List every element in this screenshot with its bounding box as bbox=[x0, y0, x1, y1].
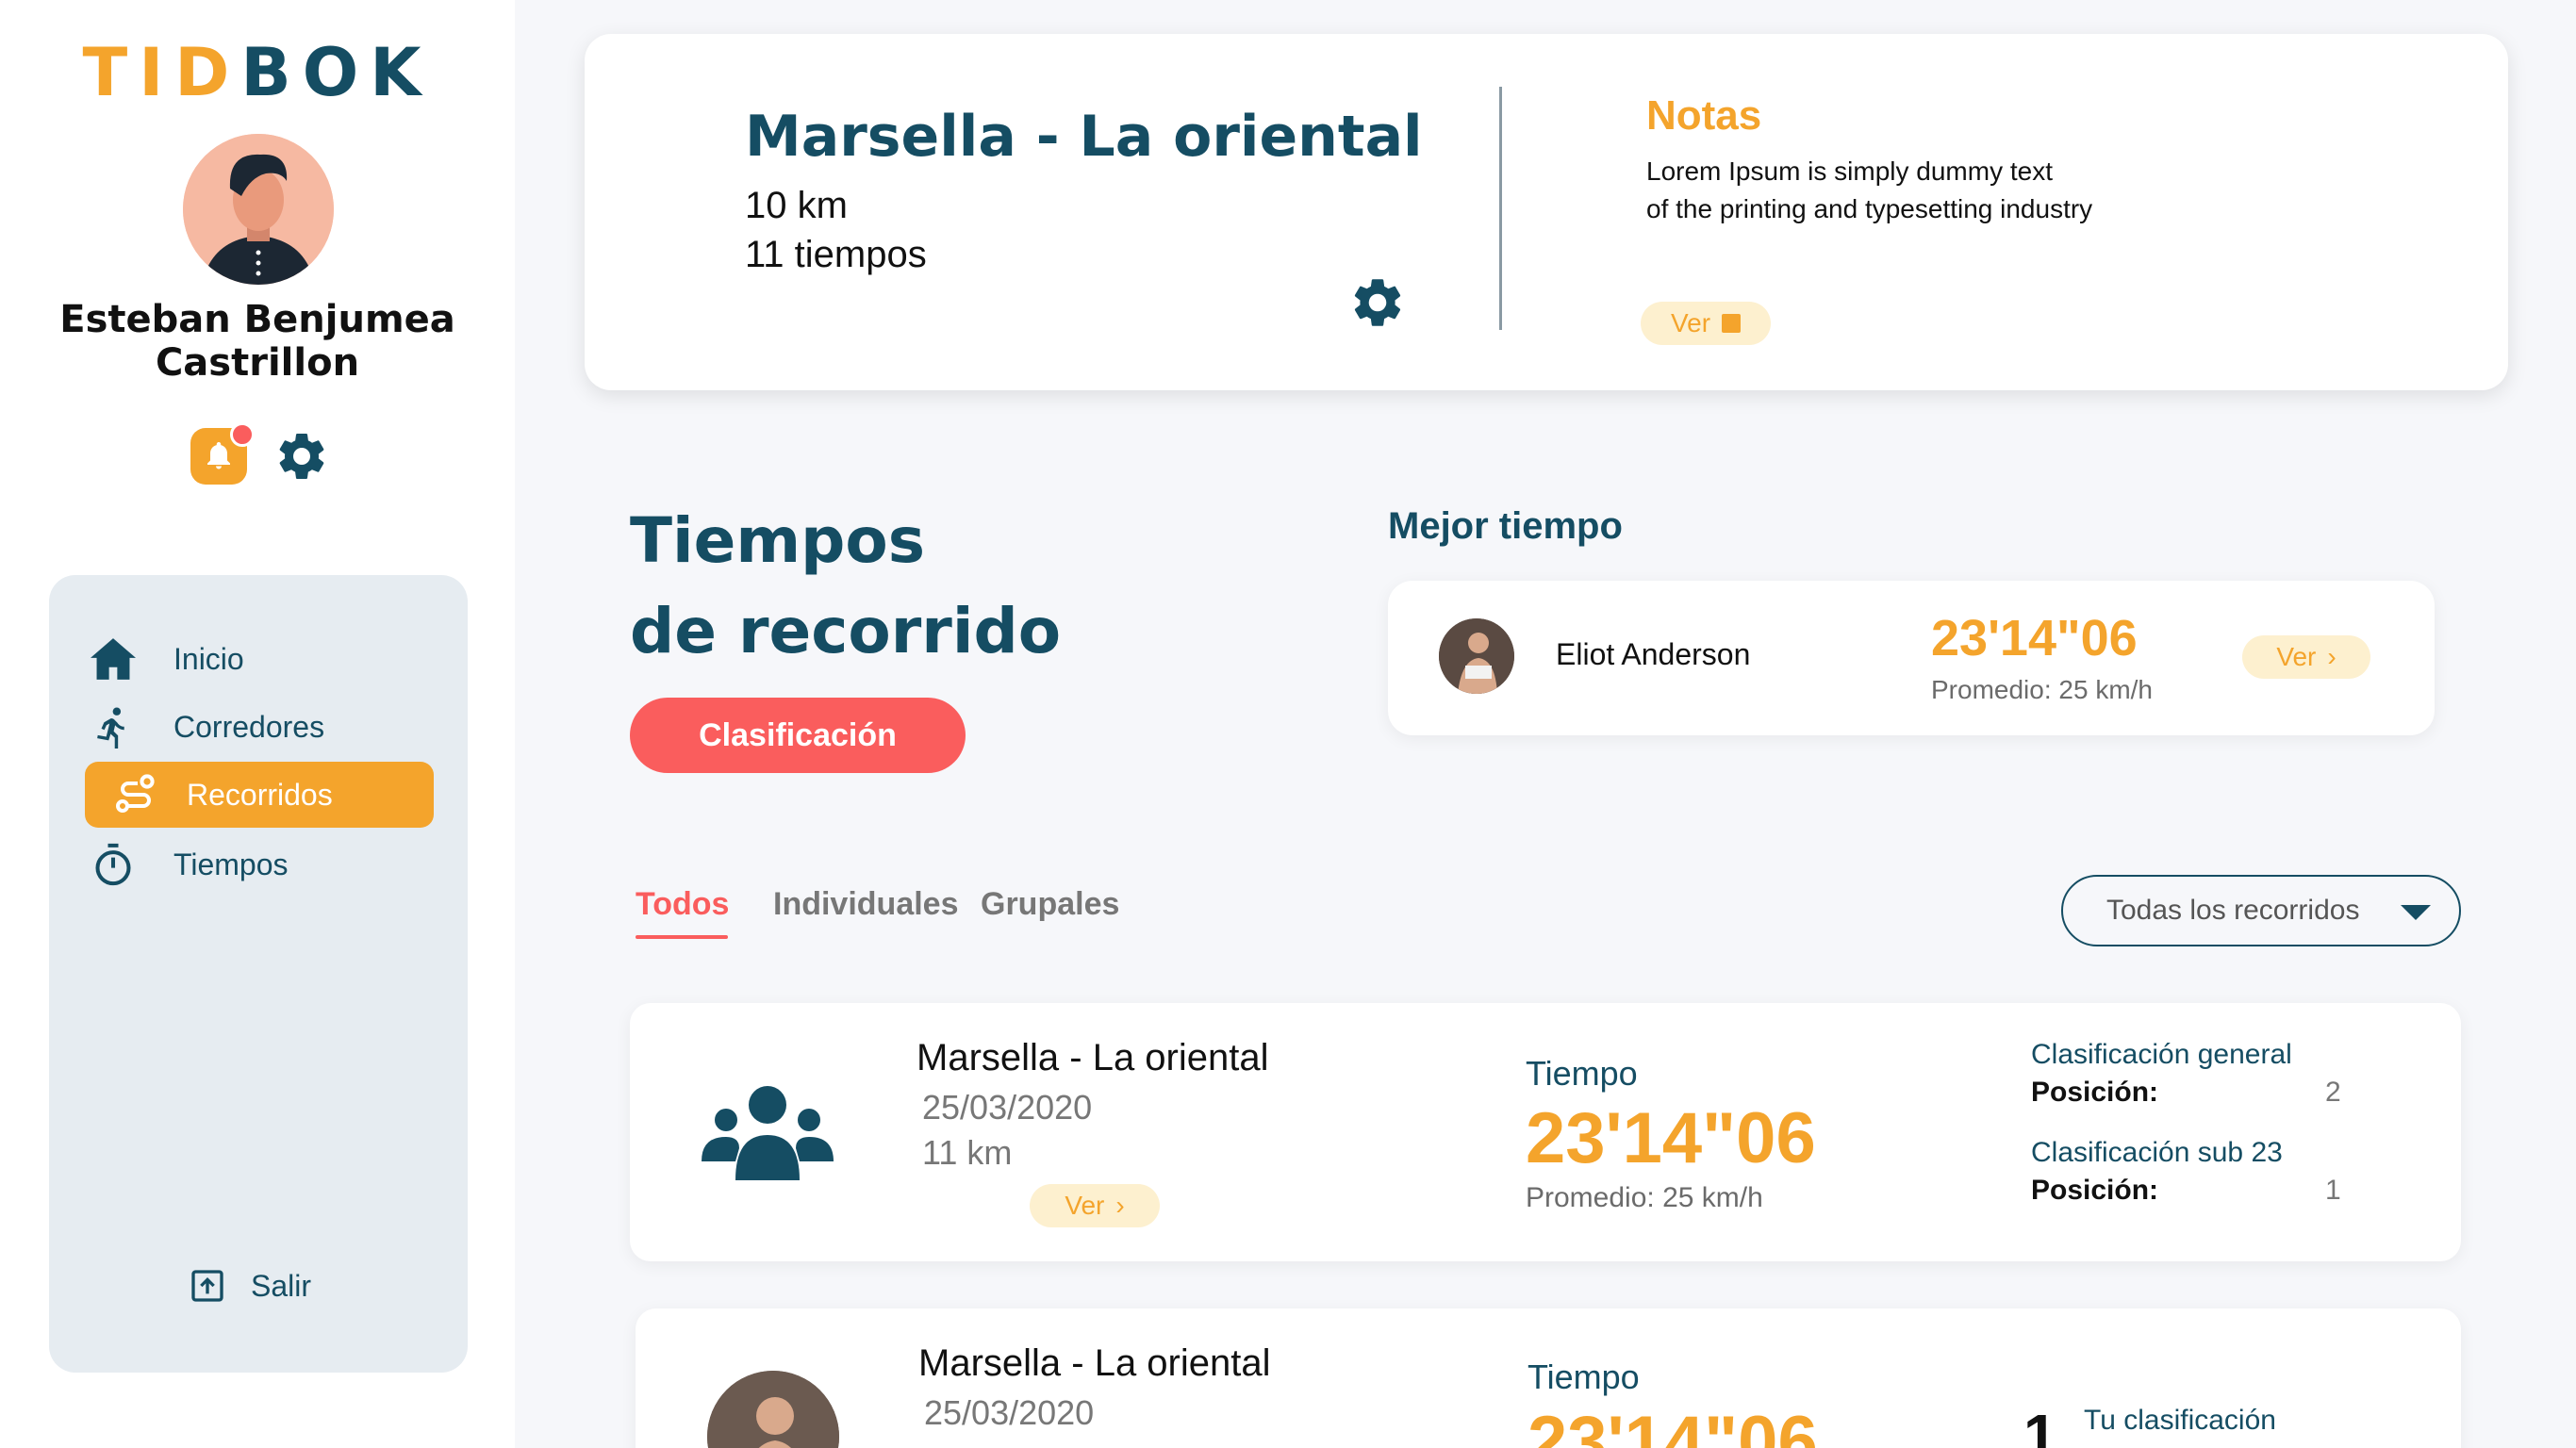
route-card bbox=[585, 34, 2508, 390]
user-name-line1: Esteban Benjumea bbox=[59, 298, 455, 341]
best-avg-speed: Promedio: 25 km/h bbox=[1931, 675, 2153, 704]
best-runner-name: Eliot Anderson bbox=[1556, 637, 1751, 671]
logout-icon bbox=[189, 1267, 226, 1305]
classification-button[interactable]: Clasificación bbox=[630, 698, 966, 773]
record-view-button[interactable]: Ver › bbox=[1030, 1184, 1160, 1227]
best-time-label: Mejor tiempo bbox=[1388, 505, 1623, 547]
logo-part-1: TID bbox=[82, 34, 241, 111]
page-title-line1: Tiempos bbox=[630, 504, 926, 577]
chevron-down-icon bbox=[2401, 905, 2431, 920]
sidebar-item-label: Inicio bbox=[173, 641, 244, 676]
route-title: Marsella - La oriental bbox=[745, 104, 1423, 170]
app-logo: TIDBOK bbox=[0, 34, 515, 111]
record-avg-speed: Promedio: 25 km/h bbox=[1526, 1182, 1763, 1213]
tab-individuales[interactable]: Individuales bbox=[773, 886, 959, 923]
runner-icon bbox=[85, 699, 141, 755]
record-date: 25/03/2020 bbox=[924, 1393, 1095, 1432]
record-title: Marsella - La oriental bbox=[916, 1037, 1269, 1078]
sidebar-item-label: Corredores bbox=[173, 709, 325, 744]
route-icon bbox=[107, 766, 164, 823]
classification-general-pos: 2 bbox=[2325, 1077, 2341, 1108]
gear-icon bbox=[1354, 279, 1401, 326]
notes-line1: Lorem Ipsum is simply dummy text bbox=[1646, 156, 2053, 186]
user-name-line2: Castrillon bbox=[155, 341, 360, 385]
notes-title: Notas bbox=[1646, 92, 1762, 139]
tab-grupales[interactable]: Grupales bbox=[981, 886, 1119, 923]
best-time-value: 23'14"06 bbox=[1931, 610, 2138, 666]
best-view-button[interactable]: Ver › bbox=[2242, 635, 2370, 679]
group-icon bbox=[700, 1082, 835, 1185]
record-date: 25/03/2020 bbox=[922, 1088, 1093, 1127]
notes-view-label: Ver bbox=[1670, 308, 1711, 337]
notification-badge bbox=[230, 422, 255, 447]
record-time-value: 23'14"06 bbox=[1527, 1402, 1818, 1448]
sidebar-item-inicio[interactable]: Inicio bbox=[85, 626, 434, 692]
record-title: Marsella - La oriental bbox=[918, 1342, 1271, 1384]
record-time-label: Tiempo bbox=[1527, 1358, 1640, 1396]
tab-underline bbox=[636, 935, 728, 939]
record-time-value: 23'14"06 bbox=[1526, 1098, 1816, 1178]
logout-label: Salir bbox=[251, 1268, 312, 1303]
settings-button[interactable] bbox=[273, 428, 330, 485]
classification-sub23-pos: 1 bbox=[2325, 1175, 2341, 1206]
gear-icon bbox=[279, 433, 324, 479]
notes-view-button[interactable]: Ver bbox=[1641, 302, 1771, 345]
route-distance: 10 km bbox=[745, 185, 848, 226]
route-filter-value: Todas los recorridos bbox=[2106, 895, 2360, 926]
runner-avatar[interactable] bbox=[1439, 618, 1514, 694]
classification-general-title: Clasificación general bbox=[2031, 1039, 2292, 1070]
sidebar-item-tiempos[interactable]: Tiempos bbox=[85, 831, 434, 897]
bell-icon bbox=[207, 442, 230, 469]
classification-sub23-pos-label: Posición: bbox=[2031, 1175, 2159, 1206]
notes-line2: of the printing and typesetting industry bbox=[1646, 194, 2093, 223]
record-time-label: Tiempo bbox=[1526, 1054, 1638, 1093]
route-filter-select[interactable]: Todas los recorridos bbox=[2061, 875, 2461, 946]
logo-part-2: BOK bbox=[240, 34, 433, 111]
logout-button[interactable]: Salir bbox=[189, 1267, 311, 1305]
route-settings-button[interactable] bbox=[1348, 273, 1407, 332]
classification-general-pos-label: Posición: bbox=[2031, 1077, 2159, 1108]
chevron-right-icon: › bbox=[2327, 642, 2337, 671]
user-name: Esteban Benjumea Castrillon bbox=[0, 298, 515, 385]
classification-sub23-title: Clasificación sub 23 bbox=[2031, 1137, 2283, 1168]
sidebar-item-corredores[interactable]: Corredores bbox=[85, 694, 434, 760]
notes-text: Lorem Ipsum is simply dummy text of the … bbox=[1646, 153, 2174, 228]
divider bbox=[1499, 87, 1502, 330]
chevron-right-icon: › bbox=[1115, 1191, 1125, 1220]
sidebar-item-label: Recorridos bbox=[187, 777, 333, 812]
note-icon bbox=[1722, 314, 1742, 333]
route-times-count: 11 tiempos bbox=[745, 234, 927, 275]
tab-todos[interactable]: Todos bbox=[636, 886, 729, 923]
record-distance: 11 km bbox=[922, 1133, 1013, 1172]
page-title-line2: de recorrido bbox=[630, 595, 1062, 667]
record-rank: 1 bbox=[2023, 1402, 2057, 1448]
stopwatch-icon bbox=[85, 836, 141, 893]
sidebar-item-recorridos[interactable]: Recorridos bbox=[85, 762, 434, 828]
record-rank-label: Tu clasificación bbox=[2084, 1405, 2276, 1436]
best-view-label: Ver bbox=[2276, 642, 2317, 671]
home-icon bbox=[85, 631, 141, 687]
page-title: Tiempos de recorrido bbox=[630, 496, 1061, 677]
avatar[interactable] bbox=[183, 134, 334, 285]
sidebar-item-label: Tiempos bbox=[173, 847, 289, 881]
record-view-label: Ver bbox=[1065, 1191, 1105, 1220]
